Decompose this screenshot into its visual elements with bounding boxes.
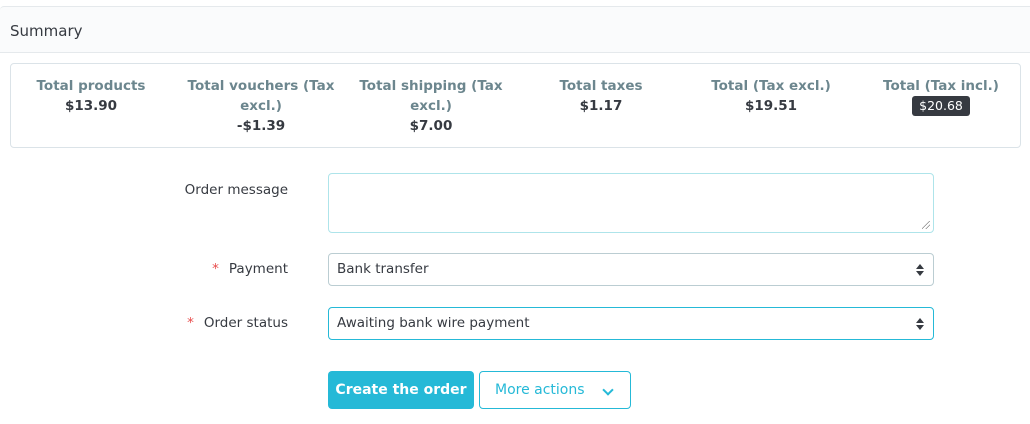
order-status-label: * Order status bbox=[150, 315, 288, 331]
summary-total-shipping: Total shipping (Tax excl.) $7.00 bbox=[351, 76, 511, 136]
summary-label: Total products bbox=[36, 78, 146, 94]
required-mark: * bbox=[212, 261, 219, 277]
summary-label: Total (Tax excl.) bbox=[711, 78, 831, 94]
create-order-button[interactable]: Create the order bbox=[328, 371, 474, 409]
summary-value: $13.90 bbox=[64, 98, 118, 114]
summary-label: Total vouchers (Tax bbox=[187, 78, 335, 94]
payment-label: * Payment bbox=[150, 261, 288, 277]
summary-label: excl.) bbox=[410, 98, 452, 114]
label-text: Order status bbox=[203, 315, 288, 331]
sort-arrows-icon bbox=[916, 318, 924, 330]
summary-total-taxes: Total taxes $1.17 bbox=[541, 76, 661, 116]
summary-label: excl.) bbox=[240, 98, 282, 114]
summary-value: $19.51 bbox=[744, 98, 798, 114]
more-actions-label: More actions bbox=[495, 382, 585, 398]
summary-total-tax-excl: Total (Tax excl.) $19.51 bbox=[691, 76, 851, 116]
label-text: Order message bbox=[184, 182, 288, 198]
summary-box: Total products $13.90 Total vouchers (Ta… bbox=[10, 63, 1021, 148]
panel-title: Summary bbox=[10, 22, 83, 40]
resize-grip-icon[interactable] bbox=[922, 221, 930, 229]
summary-label: Total taxes bbox=[559, 78, 643, 94]
order-message-textarea[interactable] bbox=[328, 173, 934, 233]
summary-label: Total (Tax incl.) bbox=[883, 78, 999, 94]
more-actions-button[interactable]: More actions bbox=[479, 371, 631, 409]
summary-value: $1.17 bbox=[579, 98, 623, 114]
label-text: Payment bbox=[228, 261, 288, 277]
summary-label: Total shipping (Tax bbox=[359, 78, 503, 94]
required-mark: * bbox=[187, 315, 194, 331]
select-value: Bank transfer bbox=[337, 261, 429, 277]
select-value: Awaiting bank wire payment bbox=[337, 315, 530, 331]
summary-total-products: Total products $13.90 bbox=[31, 76, 151, 116]
panel-heading: Summary bbox=[0, 6, 1030, 53]
summary-value: $7.00 bbox=[409, 118, 453, 134]
summary-value: $20.68 bbox=[871, 96, 1011, 116]
total-badge: $20.68 bbox=[912, 96, 970, 116]
payment-select[interactable]: Bank transfer bbox=[328, 253, 934, 286]
summary-value: -$1.39 bbox=[236, 118, 286, 134]
sort-arrows-icon bbox=[916, 264, 924, 276]
summary-total-vouchers: Total vouchers (Tax excl.) -$1.39 bbox=[181, 76, 341, 136]
order-message-label: Order message bbox=[150, 182, 288, 198]
order-status-select[interactable]: Awaiting bank wire payment bbox=[328, 307, 934, 340]
order-summary-page: Summary Total products $13.90 Total vouc… bbox=[0, 0, 1030, 424]
chevron-down-icon bbox=[602, 384, 614, 396]
summary-total-tax-incl: Total (Tax incl.) $20.68 bbox=[871, 76, 1011, 116]
